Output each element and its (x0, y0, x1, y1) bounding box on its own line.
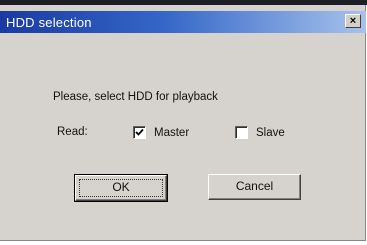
ok-button[interactable]: OK (74, 174, 168, 202)
slave-checkbox[interactable] (235, 126, 248, 139)
cancel-button-label: Cancel (235, 179, 274, 193)
checkmark-icon (135, 128, 144, 136)
read-label: Read: (57, 126, 88, 138)
hdd-selection-dialog (0, 5, 366, 241)
master-checkbox[interactable] (133, 126, 146, 139)
slave-label[interactable]: Slave (256, 127, 285, 139)
close-button[interactable]: × (345, 14, 361, 28)
dialog-title: HDD selection (6, 15, 92, 30)
prompt-text: Please, select HDD for playback (53, 91, 218, 103)
close-icon: × (349, 15, 357, 27)
master-label[interactable]: Master (154, 127, 189, 139)
cancel-button[interactable]: Cancel (208, 174, 301, 200)
ok-button-label: OK (112, 180, 130, 194)
dialog-titlebar[interactable]: HDD selection × (0, 11, 366, 33)
